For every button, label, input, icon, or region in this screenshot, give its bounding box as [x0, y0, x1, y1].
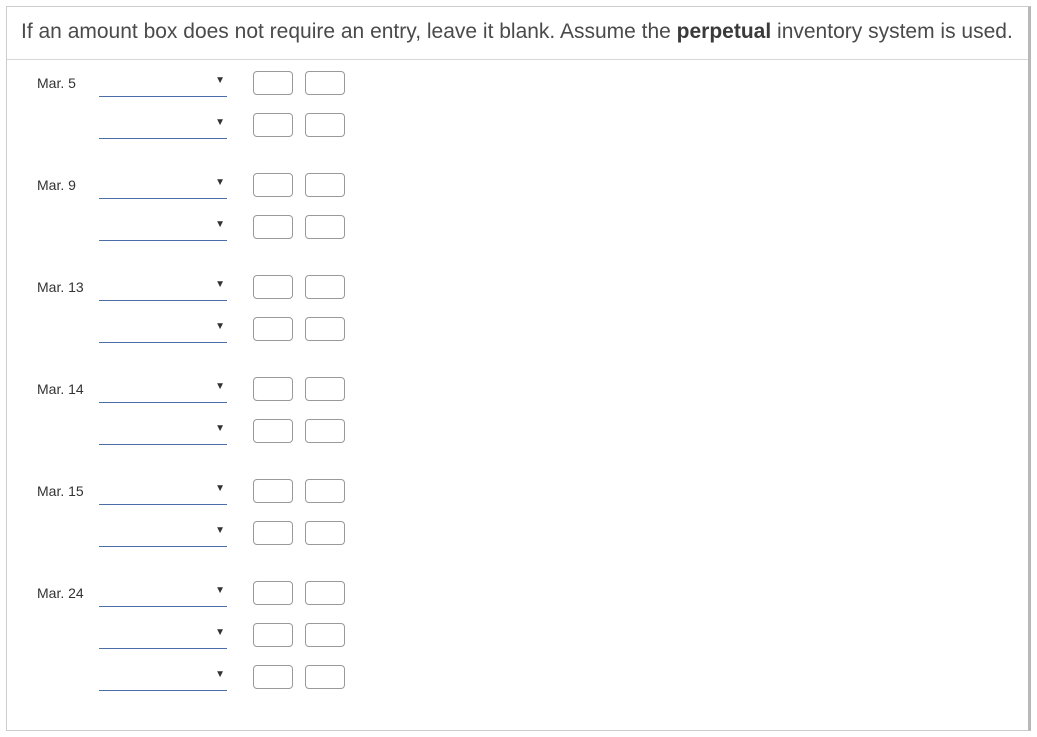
debit-input[interactable]	[253, 215, 293, 239]
credit-input[interactable]	[305, 71, 345, 95]
credit-input[interactable]	[305, 275, 345, 299]
account-dropdown[interactable]: ▼	[99, 663, 227, 691]
chevron-down-icon: ▼	[215, 219, 225, 230]
account-dropdown[interactable]: ▼	[99, 519, 227, 547]
credit-input[interactable]	[305, 623, 345, 647]
credit-input[interactable]	[305, 377, 345, 401]
entry-row: Mar. 5 ▼	[37, 66, 1014, 100]
debit-input[interactable]	[253, 581, 293, 605]
chevron-down-icon: ▼	[215, 321, 225, 332]
chevron-down-icon: ▼	[215, 627, 225, 638]
credit-input[interactable]	[305, 113, 345, 137]
entry-row: Mar. 13 ▼	[37, 270, 1014, 304]
entry-row: Mar. 14 ▼	[37, 372, 1014, 406]
chevron-down-icon: ▼	[215, 585, 225, 596]
chevron-down-icon: ▼	[215, 117, 225, 128]
chevron-down-icon: ▼	[215, 381, 225, 392]
debit-input[interactable]	[253, 173, 293, 197]
entry-group: Mar. 24 ▼ ▼ ▼	[37, 576, 1014, 694]
account-dropdown[interactable]: ▼	[99, 375, 227, 403]
chevron-down-icon: ▼	[215, 669, 225, 680]
date-label: Mar. 24	[37, 585, 99, 601]
debit-input[interactable]	[253, 665, 293, 689]
debit-input[interactable]	[253, 479, 293, 503]
entry-group: Mar. 14 ▼ ▼	[37, 372, 1014, 448]
entry-row: Mar. 15 ▼	[37, 474, 1014, 508]
entry-row: ▼	[37, 516, 1014, 550]
entry-row: Mar. 9 ▼	[37, 168, 1014, 202]
worksheet-frame: If an amount box does not require an ent…	[6, 6, 1031, 731]
account-dropdown[interactable]: ▼	[99, 579, 227, 607]
instructions-text: If an amount box does not require an ent…	[7, 7, 1028, 60]
instructions-bold: perpetual	[677, 20, 772, 43]
debit-input[interactable]	[253, 419, 293, 443]
credit-input[interactable]	[305, 419, 345, 443]
entry-row: ▼	[37, 108, 1014, 142]
debit-input[interactable]	[253, 113, 293, 137]
credit-input[interactable]	[305, 317, 345, 341]
entry-row: ▼	[37, 312, 1014, 346]
account-dropdown[interactable]: ▼	[99, 69, 227, 97]
chevron-down-icon: ▼	[215, 525, 225, 536]
account-dropdown[interactable]: ▼	[99, 171, 227, 199]
credit-input[interactable]	[305, 521, 345, 545]
entry-row: ▼	[37, 210, 1014, 244]
account-dropdown[interactable]: ▼	[99, 213, 227, 241]
account-dropdown[interactable]: ▼	[99, 621, 227, 649]
credit-input[interactable]	[305, 479, 345, 503]
account-dropdown[interactable]: ▼	[99, 417, 227, 445]
chevron-down-icon: ▼	[215, 177, 225, 188]
date-label: Mar. 9	[37, 177, 99, 193]
entry-group: Mar. 15 ▼ ▼	[37, 474, 1014, 550]
debit-input[interactable]	[253, 71, 293, 95]
chevron-down-icon: ▼	[215, 75, 225, 86]
debit-input[interactable]	[253, 521, 293, 545]
debit-input[interactable]	[253, 275, 293, 299]
entry-row: ▼	[37, 660, 1014, 694]
journal-entries: Mar. 5▼▼Mar. 9▼▼Mar. 13▼▼Mar. 14▼▼Mar. 1…	[7, 60, 1028, 730]
entry-group: Mar. 5 ▼ ▼	[37, 66, 1014, 142]
credit-input[interactable]	[305, 173, 345, 197]
date-label: Mar. 14	[37, 381, 99, 397]
account-dropdown[interactable]: ▼	[99, 111, 227, 139]
chevron-down-icon: ▼	[215, 483, 225, 494]
instructions-before: If an amount box does not require an ent…	[21, 20, 677, 43]
debit-input[interactable]	[253, 317, 293, 341]
credit-input[interactable]	[305, 215, 345, 239]
date-label: Mar. 5	[37, 75, 99, 91]
entry-row: ▼	[37, 414, 1014, 448]
chevron-down-icon: ▼	[215, 279, 225, 290]
account-dropdown[interactable]: ▼	[99, 477, 227, 505]
entry-row: ▼	[37, 618, 1014, 652]
entry-group: Mar. 9 ▼ ▼	[37, 168, 1014, 244]
debit-input[interactable]	[253, 623, 293, 647]
entry-row: Mar. 24 ▼	[37, 576, 1014, 610]
account-dropdown[interactable]: ▼	[99, 273, 227, 301]
date-label: Mar. 13	[37, 279, 99, 295]
account-dropdown[interactable]: ▼	[99, 315, 227, 343]
debit-input[interactable]	[253, 377, 293, 401]
date-label: Mar. 15	[37, 483, 99, 499]
instructions-after: inventory system is used.	[771, 20, 1013, 43]
credit-input[interactable]	[305, 665, 345, 689]
entry-group: Mar. 13 ▼ ▼	[37, 270, 1014, 346]
credit-input[interactable]	[305, 581, 345, 605]
chevron-down-icon: ▼	[215, 423, 225, 434]
